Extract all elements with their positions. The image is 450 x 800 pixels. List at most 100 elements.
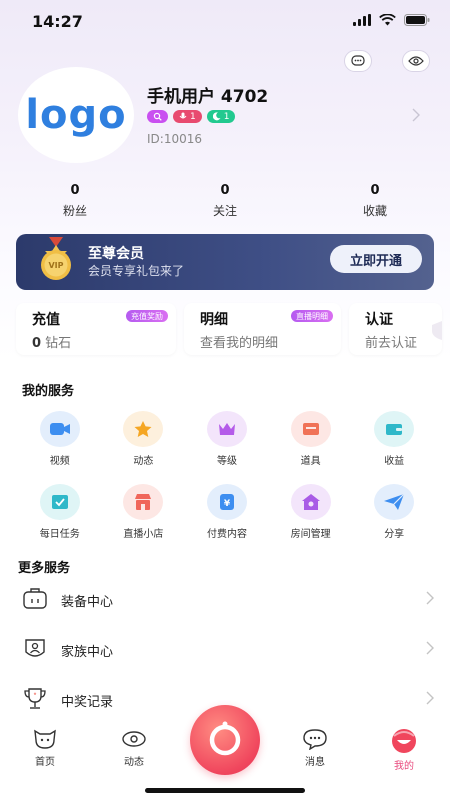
- vip-open-button[interactable]: 立即开通: [330, 245, 422, 273]
- list-item-label: 家族中心: [61, 645, 114, 660]
- service-live-shop[interactable]: 直播小店: [102, 484, 186, 540]
- live-details-tag: 直播明细: [291, 310, 333, 322]
- service-label: 动态: [133, 456, 154, 467]
- stat-favorites[interactable]: 0 收藏: [300, 183, 450, 219]
- tab-me[interactable]: 我的: [374, 728, 434, 772]
- video-icon: [39, 411, 80, 447]
- verify-card[interactable]: 认证 前去认证: [349, 303, 442, 355]
- service-label: 收益: [384, 456, 405, 467]
- stat-label: 粉丝: [62, 204, 87, 218]
- wealth-badge: 1: [206, 110, 236, 123]
- star-icon: [123, 411, 164, 447]
- service-share[interactable]: 分享: [352, 484, 436, 540]
- search-badge: [147, 110, 168, 123]
- chevron-right-icon[interactable]: [412, 108, 420, 122]
- tab-moments[interactable]: 动态: [104, 728, 164, 768]
- service-daily-tasks[interactable]: 每日任务: [18, 484, 102, 540]
- card-title: 认证: [365, 312, 393, 328]
- tab-home[interactable]: 首页: [15, 728, 75, 768]
- list-item-label: 中奖记录: [61, 695, 114, 710]
- diamond-count: 0: [32, 336, 42, 351]
- recharge-reward-tag: 充值奖励: [126, 310, 168, 322]
- card-subtitle: 前去认证: [365, 336, 418, 351]
- share-icon: [374, 484, 415, 520]
- wifi-icon: [379, 14, 396, 26]
- box-icon: [290, 411, 331, 447]
- services-title: 我的服务: [22, 384, 75, 399]
- stat-label: 关注: [212, 204, 237, 218]
- stats-row: 0 粉丝 0 关注 0 收藏: [0, 183, 450, 219]
- eye-settings-icon: [408, 56, 424, 66]
- service-label: 视频: [49, 456, 70, 467]
- settings-button[interactable]: [402, 50, 430, 72]
- service-label: 每日任务: [39, 529, 80, 540]
- list-item-equipment[interactable]: 装备中心: [0, 578, 450, 628]
- service-level[interactable]: 等级: [185, 411, 269, 467]
- stat-value: 0: [370, 183, 380, 198]
- stat-value: 0: [220, 183, 230, 198]
- vip-subtitle: 会员专享礼包来了: [88, 264, 185, 278]
- tasks-icon: [39, 484, 80, 520]
- avatar[interactable]: logo: [18, 67, 134, 163]
- tab-label: 动态: [124, 757, 144, 768]
- chat-bubble-icon: [351, 55, 365, 66]
- vip-title: 至尊会员: [88, 246, 144, 262]
- stat-label: 收藏: [362, 204, 387, 218]
- user-id: ID:10016: [147, 132, 202, 146]
- stat-fans[interactable]: 0 粉丝: [0, 183, 150, 219]
- service-video[interactable]: 视频: [18, 411, 102, 467]
- shop-icon: [123, 484, 164, 520]
- family-icon: [25, 639, 45, 657]
- home-indicator: [145, 788, 305, 793]
- service-label: 直播小店: [123, 529, 164, 540]
- status-bar: 14:27: [0, 0, 450, 44]
- verify-shield-icon: [432, 321, 442, 340]
- vip-banner[interactable]: VIP 至尊会员 会员专享礼包来了 立即开通: [16, 234, 434, 290]
- chevron-right-icon: [426, 591, 434, 605]
- moon-icon: [212, 112, 221, 121]
- search-icon: [153, 112, 162, 121]
- vip-medal-text: VIP: [48, 261, 63, 270]
- tab-messages[interactable]: 消息: [285, 728, 345, 768]
- list-item-label: 装备中心: [61, 595, 114, 610]
- recharge-card[interactable]: 充值 充值奖励 0 钻石: [16, 303, 176, 355]
- service-label: 等级: [216, 456, 237, 467]
- service-label: 道具: [300, 456, 321, 467]
- message-icon: [303, 729, 327, 750]
- paid-content-icon: ¥: [206, 484, 247, 520]
- live-start-button[interactable]: [190, 705, 260, 775]
- services-grid: 视频 动态 等级 道具 收益 每日任务 直播小店 ¥ 付费内容 房间管理 分享: [18, 411, 436, 540]
- signal-icon: [353, 14, 371, 26]
- trophy-icon: [24, 688, 46, 709]
- tab-label: 消息: [305, 757, 325, 768]
- status-icons: [353, 14, 430, 26]
- list-item-family[interactable]: 家族中心: [0, 628, 450, 678]
- vip-medal-icon: VIP: [41, 237, 71, 280]
- service-earnings[interactable]: 收益: [352, 411, 436, 467]
- mic-icon: [179, 112, 187, 119]
- service-props[interactable]: 道具: [269, 411, 353, 467]
- chevron-right-icon: [426, 641, 434, 655]
- service-moments[interactable]: 动态: [102, 411, 186, 467]
- level-badge-value: 1: [190, 111, 196, 122]
- home-icon: [34, 729, 56, 749]
- chevron-right-icon: [426, 691, 434, 705]
- crown-icon: [206, 411, 247, 447]
- service-room-management[interactable]: 房间管理: [269, 484, 353, 540]
- service-label: 付费内容: [206, 529, 247, 540]
- battery-icon: [404, 14, 430, 26]
- wallet-icon: [374, 411, 415, 447]
- diamond-unit: 钻石: [41, 336, 72, 351]
- wealth-badge-value: 1: [223, 111, 230, 122]
- camera-lens-icon: [209, 721, 241, 756]
- service-paid-content[interactable]: ¥ 付费内容: [185, 484, 269, 540]
- diamond-balance: 0 钻石: [32, 332, 71, 351]
- chat-service-button[interactable]: [344, 50, 372, 72]
- svg-text:¥: ¥: [224, 499, 231, 509]
- stat-following[interactable]: 0 关注: [150, 183, 300, 219]
- details-card[interactable]: 明细 直播明细 查看我的明细: [184, 303, 341, 355]
- equipment-icon: [23, 588, 47, 609]
- status-time: 14:27: [32, 12, 83, 31]
- card-subtitle: 查看我的明细: [200, 336, 279, 351]
- room-icon: [290, 484, 331, 520]
